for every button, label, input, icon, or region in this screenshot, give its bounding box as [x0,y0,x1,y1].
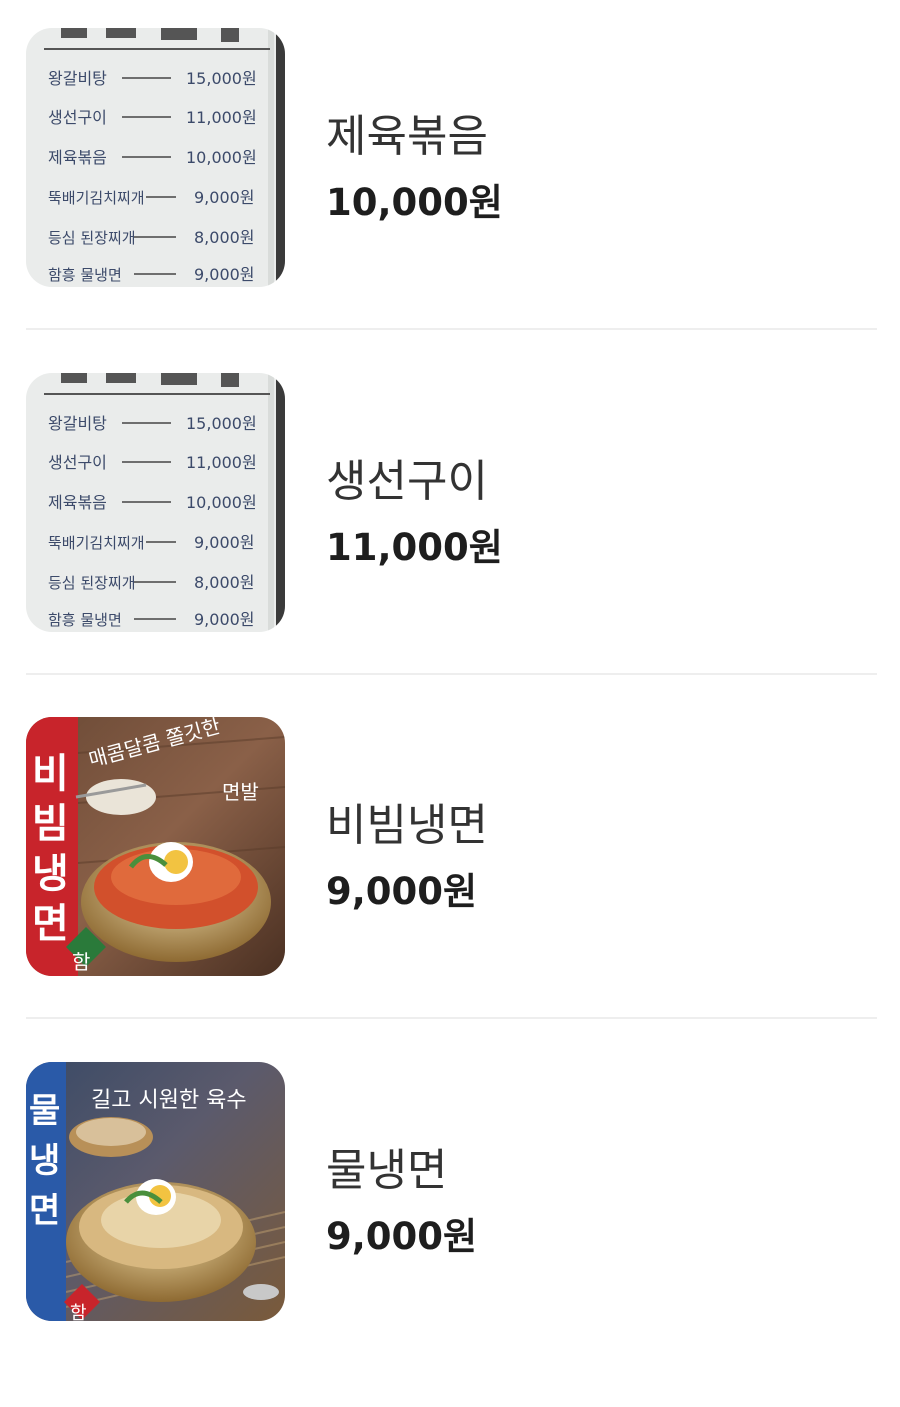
board-row-price: 10,000원 [186,493,257,512]
menu-item-price: 10,000원 [326,181,503,224]
poster-slogan: 면발 [222,780,259,804]
board-row-name: 왕갈비탕 [48,69,107,88]
menu-item-price: 9,000원 [326,1215,478,1258]
menu-item-bibim-naengmyeon[interactable]: 비 빔 냉 면 매콤달콤 쫄깃한 면발 함 비빔냉면 9,000원 [0,717,900,1062]
menu-board-photo: 왕갈비탕 15,000원 생선구이 11,000원 제육볶음 10,000원 뚝… [26,28,285,287]
mul-naengmyeon-photo: 물 냉 면 길고 시원한 육수 함 [26,1062,285,1321]
board-row-price: 15,000원 [186,69,257,88]
menu-item-photo[interactable]: 왕갈비탕 15,000원 생선구이 11,000원 제육볶음 10,000원 뚝… [26,28,285,287]
divider [26,673,877,675]
board-row-price: 8,000원 [194,573,255,592]
board-row-name: 제육볶음 [48,493,107,512]
board-row-name: 함흥 물냉면 [48,611,122,629]
board-row-name: 왕갈비탕 [48,414,107,433]
menu-item-name: 생선구이 [326,456,488,507]
poster-badge: 함 [70,1303,87,1321]
board-row-name: 등심 된장찌개 [48,574,136,592]
menu-list: 왕갈비탕 15,000원 생선구이 11,000원 제육볶음 10,000원 뚝… [0,0,900,1356]
board-row-price: 11,000원 [186,453,257,472]
menu-board-photo: 왕갈비탕 15,000원 생선구이 11,000원 제육볶음 10,000원 뚝… [26,373,285,632]
board-row-price: 9,000원 [194,265,255,284]
poster-title-char: 물 [29,1091,60,1131]
board-row-name: 함흥 물냉면 [48,266,122,284]
menu-item-saengseon-gui[interactable]: 왕갈비탕 15,000원 생선구이 11,000원 제육볶음 10,000원 뚝… [0,373,900,718]
poster-slogan: 길고 시원한 육수 [91,1088,247,1113]
poster-title-char: 면 [29,1191,60,1231]
board-row-price: 11,000원 [186,108,257,127]
divider [26,328,877,330]
poster-title-char: 빔 [32,801,69,847]
board-row-price: 10,000원 [186,148,257,167]
menu-item-mul-naengmyeon[interactable]: 물 냉 면 길고 시원한 육수 함 물냉면 9,000원 [0,1062,900,1407]
poster-badge: 함 [72,950,90,974]
divider [26,1017,877,1019]
board-row-name: 뚝배기김치찌개 [48,534,145,552]
board-row-price: 9,000원 [194,188,255,207]
board-row-name: 생선구이 [48,453,107,472]
board-row-price: 9,000원 [194,610,255,629]
menu-item-name: 물냉면 [326,1145,448,1196]
board-row-name: 생선구이 [48,108,107,127]
poster-title-char: 면 [32,901,69,947]
board-row-price: 9,000원 [194,533,255,552]
board-row-name: 제육볶음 [48,148,107,167]
menu-item-photo[interactable]: 왕갈비탕 15,000원 생선구이 11,000원 제육볶음 10,000원 뚝… [26,373,285,632]
menu-item-photo[interactable]: 비 빔 냉 면 매콤달콤 쫄깃한 면발 함 [26,717,285,976]
board-row-name: 등심 된장찌개 [48,229,136,247]
board-row-name: 뚝배기김치찌개 [48,189,145,207]
menu-item-jeyuk-bokkeum[interactable]: 왕갈비탕 15,000원 생선구이 11,000원 제육볶음 10,000원 뚝… [0,28,900,373]
board-row-price: 15,000원 [186,414,257,433]
poster-title-char: 냉 [32,851,69,897]
board-row-price: 8,000원 [194,228,255,247]
menu-item-name: 제육볶음 [326,111,488,162]
menu-item-name: 비빔냉면 [326,800,488,851]
menu-item-price: 11,000원 [326,526,503,569]
menu-item-price: 9,000원 [326,870,478,913]
poster-title-char: 비 [32,751,69,797]
menu-item-photo[interactable]: 물 냉 면 길고 시원한 육수 함 [26,1062,285,1321]
poster-title-char: 냉 [29,1141,60,1181]
bibim-naengmyeon-photo: 비 빔 냉 면 매콤달콤 쫄깃한 면발 함 [26,717,285,976]
